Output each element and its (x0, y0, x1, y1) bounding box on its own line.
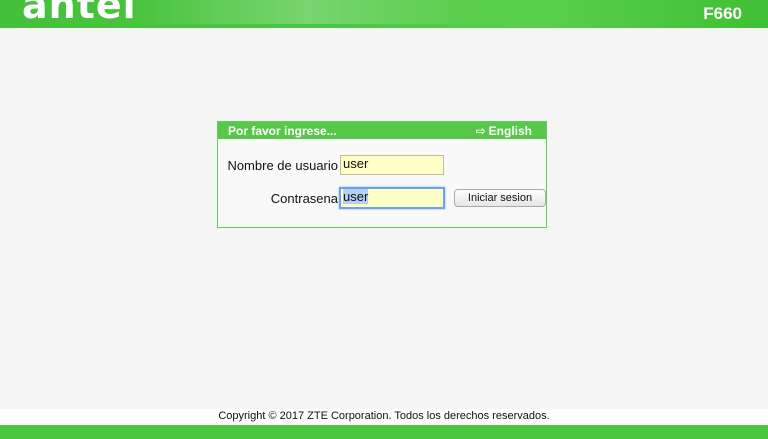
login-panel: Por favor ingrese... ⇨ English Nombre de … (217, 121, 547, 228)
username-field[interactable]: user (340, 155, 444, 175)
login-title: Por favor ingrese... (228, 124, 337, 138)
brand-logo: antel (22, 0, 137, 27)
copyright-text: Copyright © 2017 ZTE Corporation. Todos … (218, 410, 550, 422)
password-value-selected: user (343, 189, 369, 204)
username-label: Nombre de usuario (227, 158, 338, 173)
banner-swoosh-decoration (130, 0, 490, 24)
username-row: Nombre de usuario user (218, 155, 546, 175)
language-link-label: English (488, 124, 532, 138)
login-panel-header: Por favor ingrese... ⇨ English (218, 122, 546, 139)
arrow-right-icon: ⇨ (475, 124, 486, 138)
password-row: Contrasena user Iniciar sesion (218, 187, 546, 209)
login-button[interactable]: Iniciar sesion (454, 189, 546, 207)
username-value: user (343, 156, 369, 171)
top-banner: antel F660 (0, 0, 768, 28)
footer-bar (0, 425, 768, 439)
device-model: F660 (703, 4, 742, 23)
language-switch-link[interactable]: ⇨ English (476, 124, 532, 138)
password-field[interactable]: user (339, 187, 445, 209)
password-label: Contrasena (270, 191, 338, 206)
